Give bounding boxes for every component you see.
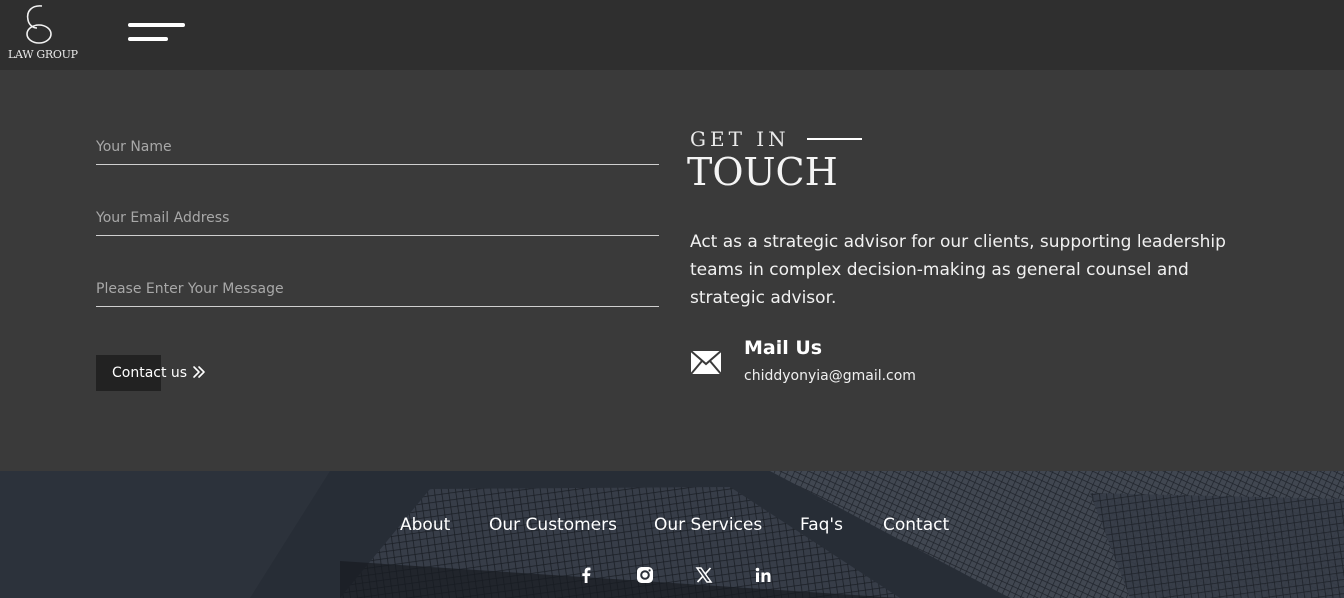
touch-heading: TOUCH <box>687 150 838 194</box>
eyebrow-divider <box>807 138 862 140</box>
logo-text: LAW GROUP <box>8 48 78 61</box>
footer-nav: About Our Customers Our Services Faq's C… <box>0 515 1344 539</box>
message-input[interactable] <box>96 281 659 297</box>
hamburger-menu-icon[interactable] <box>128 20 186 46</box>
get-in-eyebrow: GET IN <box>690 127 790 151</box>
footer-link-about[interactable]: About <box>400 515 450 535</box>
site-footer: About Our Customers Our Services Faq's C… <box>0 471 1344 598</box>
x-icon[interactable] <box>694 565 714 585</box>
mail-address[interactable]: chiddyonyia@gmail.com <box>744 368 916 384</box>
facebook-icon[interactable] <box>576 565 596 585</box>
instagram-icon[interactable] <box>635 565 655 585</box>
logo[interactable]: LAW GROUP <box>0 0 80 70</box>
linkedin-icon[interactable] <box>753 565 773 585</box>
footer-link-our-services[interactable]: Our Services <box>654 515 762 535</box>
site-header: LAW GROUP <box>0 0 1344 70</box>
contact-us-label: Contact us <box>112 365 188 381</box>
email-field <box>96 196 659 236</box>
logo-mark-icon <box>26 5 52 44</box>
footer-link-contact[interactable]: Contact <box>883 515 949 535</box>
name-input[interactable] <box>96 139 659 155</box>
footer-link-faqs[interactable]: Faq's <box>800 515 843 535</box>
double-chevron-right-icon <box>193 366 205 378</box>
envelope-icon <box>690 350 722 375</box>
name-field <box>96 125 659 165</box>
touch-description: Act as a strategic advisor for our clien… <box>690 232 1226 308</box>
mail-us-heading: Mail Us <box>744 337 823 359</box>
email-input[interactable] <box>96 210 659 226</box>
footer-link-our-customers[interactable]: Our Customers <box>489 515 617 535</box>
message-field <box>96 267 659 307</box>
